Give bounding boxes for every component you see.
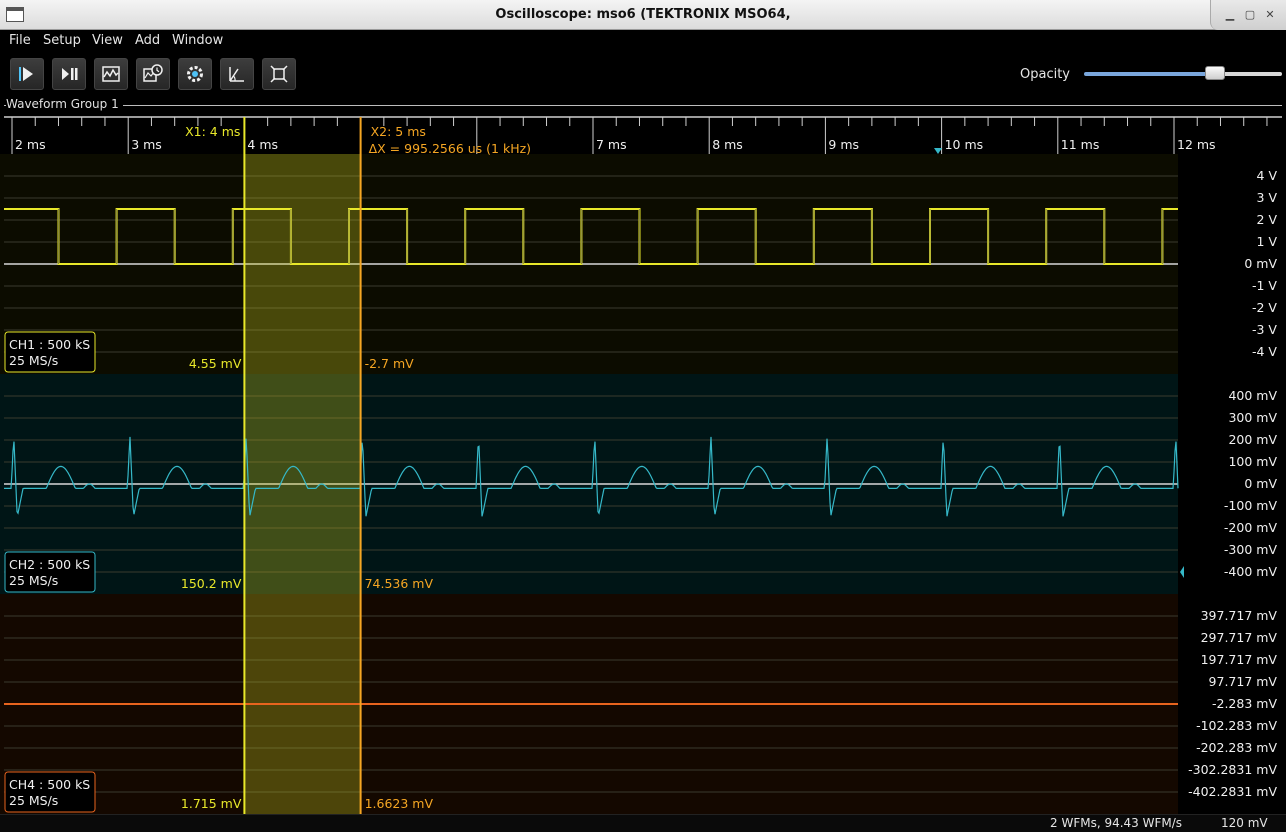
y-axis-label: 1 V <box>1257 234 1278 249</box>
time-tick-label: 8 ms <box>712 137 743 152</box>
menu-add[interactable]: Add <box>135 30 160 52</box>
slider-handle[interactable] <box>1205 66 1225 80</box>
y-axis-label: 397.717 mV <box>1201 608 1278 623</box>
menu-bar: File Setup View Add Window <box>0 30 1286 52</box>
y-axis-label: -102.283 mV <box>1196 718 1277 733</box>
y-axis-label: 200 mV <box>1228 432 1277 447</box>
maximize-icon[interactable]: ▢ <box>1241 6 1259 24</box>
history-icon <box>143 64 163 82</box>
channel-label-line1: CH2 : 500 kS <box>9 557 90 572</box>
fit-icon <box>270 65 288 83</box>
y-axis-label: 4 V <box>1257 168 1278 183</box>
waveform-group-label: Waveform Group 1 <box>6 97 123 111</box>
opacity-label: Opacity <box>1020 67 1071 82</box>
history-button[interactable] <box>136 58 170 90</box>
window-controls: ▁ ▢ ✕ <box>1210 0 1286 30</box>
y-axis-label: -200 mV <box>1224 520 1278 535</box>
minimize-icon[interactable]: ▁ <box>1221 6 1239 24</box>
y-axis-label: -300 mV <box>1224 542 1278 557</box>
waveform-group-header: Waveform Group 1 <box>0 96 1286 114</box>
toolbar: Opacity <box>0 52 1286 96</box>
channel-label-line2: 25 MS/s <box>9 353 58 368</box>
slider-fill <box>1084 72 1215 76</box>
y-axis-label: -1 V <box>1252 278 1277 293</box>
time-tick-label: 12 ms <box>1177 137 1216 152</box>
y-axis-label: -3 V <box>1252 322 1277 337</box>
y-axis-label: 2 V <box>1257 212 1278 227</box>
y-axis-label: -202.283 mV <box>1196 740 1277 755</box>
status-bar: 2 WFMs, 94.43 WFM/s 120 mV <box>0 814 1286 832</box>
status-scale: 120 mV <box>1221 816 1268 830</box>
cursor2-value: 74.536 mV <box>365 576 434 591</box>
cursor1-value: 150.2 mV <box>181 576 242 591</box>
y-axis-label: -4 V <box>1252 344 1277 359</box>
time-tick-label: 9 ms <box>828 137 859 152</box>
y-axis-label: 97.717 mV <box>1209 674 1278 689</box>
time-tick-label: 10 ms <box>945 137 984 152</box>
y-axis-label: -402.2831 mV <box>1188 784 1277 799</box>
y-axis-label: -2 V <box>1252 300 1277 315</box>
channel-label-line1: CH1 : 500 kS <box>9 337 90 352</box>
menu-setup[interactable]: Setup <box>43 30 81 52</box>
y-axis-label: 100 mV <box>1228 454 1277 469</box>
y-axis-label: -302.2831 mV <box>1188 762 1277 777</box>
y-axis-label: 400 mV <box>1228 388 1277 403</box>
cursor1-value: 4.55 mV <box>189 356 242 371</box>
channel-label-ch2[interactable]: CH2 : 500 kS25 MS/s <box>4 551 96 593</box>
cursor2-value: -2.7 mV <box>365 356 415 371</box>
cursor-range-band <box>244 117 361 814</box>
y-axis-label: 0 mV <box>1244 256 1277 271</box>
waveform-icon <box>102 66 120 82</box>
y-axis-label: 297.717 mV <box>1201 630 1278 645</box>
menu-window[interactable]: Window <box>172 30 223 52</box>
y-axis-label: -2.283 mV <box>1212 696 1277 711</box>
group-divider <box>4 105 1282 106</box>
cursor-x2-label: X2: 5 ms <box>371 124 426 139</box>
channel-label-line1: CH4 : 500 kS <box>9 777 90 792</box>
y-axis-label: 197.717 mV <box>1201 652 1278 667</box>
single-button[interactable] <box>52 58 86 90</box>
run-button[interactable] <box>10 58 44 90</box>
y-axis-label: -100 mV <box>1224 498 1278 513</box>
y-axis-label: 3 V <box>1257 190 1278 205</box>
time-tick-label: 3 ms <box>131 137 162 152</box>
close-icon[interactable]: ✕ <box>1261 6 1279 24</box>
measure-button[interactable] <box>220 58 254 90</box>
opacity-slider[interactable] <box>1084 60 1282 88</box>
menu-view[interactable]: View <box>92 30 123 52</box>
gear-icon <box>187 66 203 82</box>
channel-label-ch4[interactable]: CH4 : 500 kS25 MS/s <box>4 771 96 813</box>
time-tick-label: 2 ms <box>15 137 46 152</box>
time-tick-label: 7 ms <box>596 137 627 152</box>
play-icon <box>19 67 33 81</box>
waveform-plot[interactable]: 4 V 3 V 2 V 1 V 0 mV -1 V -2 V -3 V -4 V CH1 : 50… <box>0 114 1286 814</box>
step-pause-icon <box>62 68 78 80</box>
window-title: Oscilloscope: mso6 (TEKTRONIX MSO64, <box>495 7 791 22</box>
y-axis-label: 300 mV <box>1228 410 1277 425</box>
channel-label-ch1[interactable]: CH1 : 500 kS25 MS/s <box>4 331 96 373</box>
time-tick-label: 4 ms <box>247 137 278 152</box>
slider-track <box>1215 72 1282 76</box>
cursor-delta-label: ΔX = 995.2566 us (1 kHz) <box>369 141 531 156</box>
settings-button[interactable] <box>178 58 212 90</box>
cursor1-value: 1.715 mV <box>181 796 242 811</box>
cursor2-value: 1.6623 mV <box>365 796 434 811</box>
y-axis-label: -400 mV <box>1224 564 1278 579</box>
channel-lane-ch2: 400 mV 300 mV 200 mV 100 mV 0 mV -100 mV -200 … <box>0 374 1286 594</box>
y-axis-label: 0 mV <box>1244 476 1277 491</box>
time-tick-label: 11 ms <box>1061 137 1100 152</box>
autoscale-button[interactable] <box>262 58 296 90</box>
channel-label-line2: 25 MS/s <box>9 793 58 808</box>
measure-icon <box>229 67 244 82</box>
status-waveform-rate: 2 WFMs, 94.43 WFM/s <box>1050 816 1183 830</box>
menu-file[interactable]: File <box>9 30 31 52</box>
title-bar: Oscilloscope: mso6 (TEKTRONIX MSO64, ▁ ▢… <box>0 0 1286 30</box>
waveform-button[interactable] <box>94 58 128 90</box>
channel-label-line2: 25 MS/s <box>9 573 58 588</box>
cursor-x1-label: X1: 4 ms <box>185 124 240 139</box>
